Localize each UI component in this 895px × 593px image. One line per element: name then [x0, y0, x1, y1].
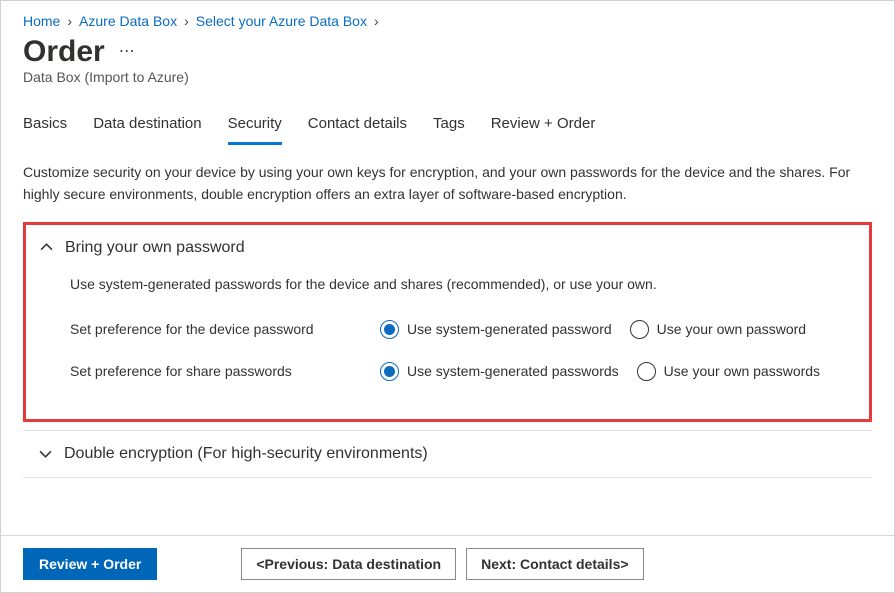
tab-tags[interactable]: Tags [433, 113, 465, 145]
bring-your-own-password-header[interactable]: Bring your own password [40, 235, 855, 267]
tab-review-order[interactable]: Review + Order [491, 113, 596, 145]
highlight-box: Bring your own password Use system-gener… [23, 222, 872, 422]
chevron-down-icon [39, 447, 52, 460]
next-button[interactable]: Next: Contact details> [466, 548, 643, 580]
double-encryption-title: Double encryption (For high-security env… [64, 445, 428, 463]
tab-security[interactable]: Security [228, 113, 282, 145]
device-password-system-option[interactable]: Use system-generated password [380, 318, 612, 342]
page-title: Order [23, 35, 105, 69]
tab-data-destination[interactable]: Data destination [93, 113, 201, 145]
device-password-row: Set preference for the device password U… [70, 309, 855, 351]
radio-icon [380, 320, 399, 339]
more-icon[interactable]: ⋯ [119, 41, 136, 63]
device-password-label: Set preference for the device password [70, 318, 380, 342]
breadcrumb: Home › Azure Data Box › Select your Azur… [23, 11, 872, 29]
share-passwords-own-option[interactable]: Use your own passwords [637, 360, 820, 384]
accordion-title: Bring your own password [65, 239, 245, 257]
radio-icon [630, 320, 649, 339]
share-passwords-system-option[interactable]: Use system-generated passwords [380, 360, 619, 384]
footer-bar: Review + Order <Previous: Data destinati… [1, 535, 894, 592]
radio-label: Use your own password [657, 318, 806, 342]
device-password-own-option[interactable]: Use your own password [630, 318, 806, 342]
double-encryption-header[interactable]: Double encryption (For high-security env… [23, 430, 872, 478]
breadcrumb-link-azure-data-box[interactable]: Azure Data Box [79, 13, 177, 29]
intro-text: Customize security on your device by usi… [23, 161, 872, 206]
title-row: Order ⋯ [23, 35, 872, 69]
radio-icon [637, 362, 656, 381]
radio-label: Use system-generated password [407, 318, 612, 342]
breadcrumb-link-select[interactable]: Select your Azure Data Box [196, 13, 367, 29]
tab-bar: Basics Data destination Security Contact… [23, 113, 872, 145]
accordion-body: Use system-generated passwords for the d… [40, 273, 855, 393]
tab-basics[interactable]: Basics [23, 113, 67, 145]
review-order-button[interactable]: Review + Order [23, 548, 157, 580]
previous-button[interactable]: <Previous: Data destination [241, 548, 456, 580]
tab-contact-details[interactable]: Contact details [308, 113, 407, 145]
radio-icon [380, 362, 399, 381]
chevron-right-icon: › [67, 13, 72, 29]
content-area: Home › Azure Data Box › Select your Azur… [1, 1, 894, 478]
chevron-right-icon: › [184, 13, 189, 29]
chevron-up-icon [40, 241, 53, 254]
chevron-right-icon: › [374, 13, 379, 29]
share-passwords-radio-group: Use system-generated passwords Use your … [380, 360, 820, 384]
radio-label: Use your own passwords [664, 360, 820, 384]
page-subtitle: Data Box (Import to Azure) [23, 69, 872, 85]
nav-button-group: <Previous: Data destination Next: Contac… [241, 548, 643, 580]
accordion-description: Use system-generated passwords for the d… [70, 273, 855, 297]
breadcrumb-link-home[interactable]: Home [23, 13, 60, 29]
radio-label: Use system-generated passwords [407, 360, 619, 384]
device-password-radio-group: Use system-generated password Use your o… [380, 318, 806, 342]
share-passwords-row: Set preference for share passwords Use s… [70, 351, 855, 393]
share-passwords-label: Set preference for share passwords [70, 360, 380, 384]
page-root: Home › Azure Data Box › Select your Azur… [0, 0, 895, 593]
